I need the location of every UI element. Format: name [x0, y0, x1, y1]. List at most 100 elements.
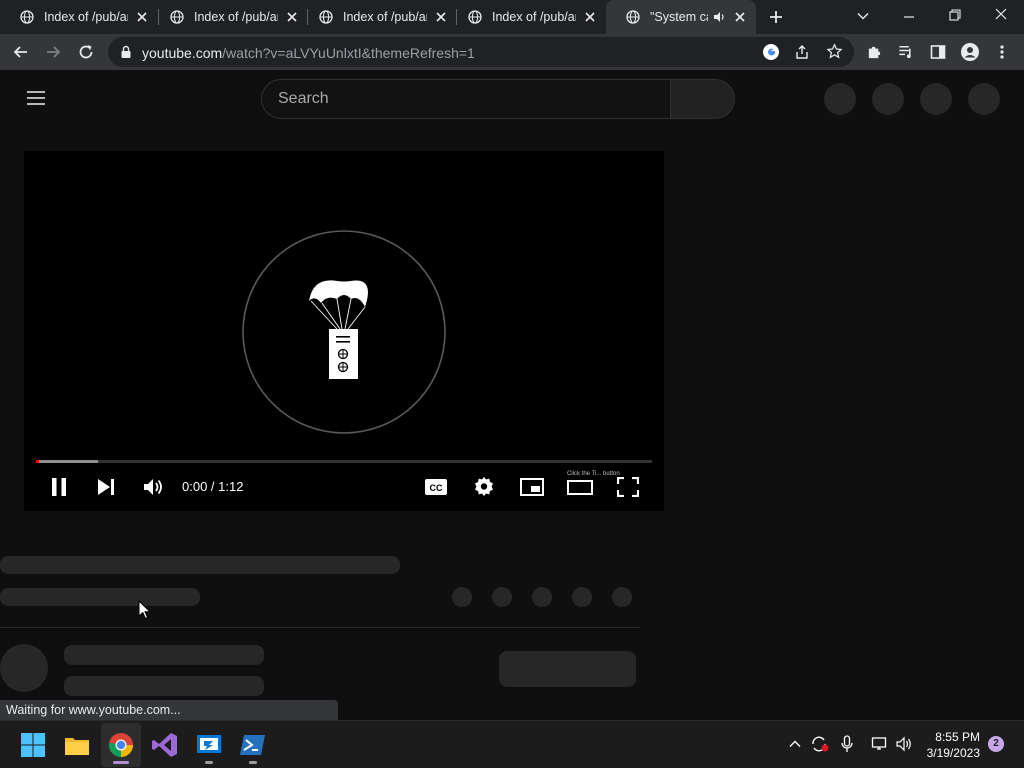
action-skeleton-dot-3 [532, 587, 552, 607]
search-button[interactable] [671, 79, 735, 119]
speaker-icon[interactable] [712, 10, 726, 24]
miniplayer-icon[interactable] [520, 478, 544, 496]
kebab-menu-icon[interactable] [998, 44, 1006, 60]
tab-strip: Index of /pub/android Index of /pub/andr… [0, 0, 1024, 34]
volume-tray-icon[interactable] [895, 735, 913, 753]
action-skeleton-dot-4 [572, 587, 592, 607]
extensions-puzzle-icon[interactable] [866, 43, 883, 60]
header-placeholder-circle-1 [824, 83, 856, 115]
back-arrow-icon[interactable] [12, 43, 30, 61]
browser-tab-2[interactable]: Index of /pub/android [150, 0, 308, 34]
pause-icon[interactable] [50, 477, 68, 497]
remote-desktop-running-indicator [205, 761, 213, 764]
browser-tab-4[interactable]: Index of /pub/android [448, 0, 606, 34]
search-input[interactable] [278, 80, 658, 118]
browser-toolbar: youtube.com/watch?v=aLVYuUnlxtI&themeRef… [0, 34, 1024, 70]
profile-avatar-icon[interactable] [960, 42, 980, 62]
status-bubble: Waiting for www.youtube.com... [0, 700, 338, 720]
channel-name-skeleton [64, 645, 264, 665]
windows-start-icon[interactable] [17, 729, 49, 761]
closed-captions-icon[interactable]: CC [424, 477, 448, 497]
progress-track[interactable] [36, 460, 652, 463]
browser-tab-3[interactable]: Index of /pub/android [299, 0, 457, 34]
theater-mode-icon[interactable] [567, 478, 593, 496]
globe-icon [20, 10, 34, 24]
close-icon[interactable] [582, 9, 598, 25]
video-watermark-text: Click the Ti... button [567, 471, 620, 477]
browser-tab-1[interactable]: Index of /pub/android [0, 0, 158, 34]
google-icon[interactable] [762, 43, 780, 61]
lock-icon[interactable] [120, 45, 132, 59]
divider [0, 627, 640, 628]
file-explorer-icon[interactable] [61, 729, 93, 761]
channel-subs-skeleton [64, 676, 264, 696]
new-tab-plus-icon[interactable] [768, 9, 784, 25]
address-bar[interactable]: youtube.com/watch?v=aLVYuUnlxtI&themeRef… [108, 37, 854, 67]
url-host: youtube.com [142, 45, 223, 61]
tab-title: Index of /pub/android [44, 10, 128, 24]
close-icon[interactable] [732, 9, 748, 25]
restore-icon[interactable] [948, 8, 962, 22]
url-path: /watch?v=aLVYuUnlxtI&themeRefresh=1 [222, 45, 475, 61]
hamburger-menu-icon[interactable] [26, 90, 46, 106]
sync-icon[interactable] [810, 735, 830, 753]
video-frame-parachute-graphic [242, 230, 446, 434]
close-icon[interactable] [134, 9, 150, 25]
youtube-page: 0:00 / 1:12 Click the Ti... button CC [0, 70, 1024, 720]
progress-buffered [36, 460, 98, 463]
url-text: youtube.com/watch?v=aLVYuUnlxtI&themeRef… [142, 45, 475, 61]
header-placeholder-circle-2 [872, 83, 904, 115]
powershell-running-indicator [249, 761, 257, 764]
progress-played [36, 460, 39, 463]
star-bookmark-icon[interactable] [826, 43, 843, 60]
chrome-icon[interactable] [105, 729, 137, 761]
chevron-up-icon[interactable] [788, 737, 802, 751]
subtitle-skeleton [0, 588, 200, 606]
globe-icon [319, 10, 333, 24]
side-panel-icon[interactable] [930, 44, 946, 60]
close-icon[interactable] [284, 9, 300, 25]
media-queue-icon[interactable] [897, 43, 915, 60]
forward-arrow-icon[interactable] [44, 43, 62, 61]
time-display: 0:00 / 1:12 [182, 479, 244, 494]
globe-icon [468, 10, 482, 24]
action-skeleton-dot-5 [612, 587, 632, 607]
tab-title: "System can't boot [650, 10, 708, 24]
tab-title: Index of /pub/android [492, 10, 576, 24]
network-icon[interactable] [871, 736, 889, 752]
notification-badge[interactable]: 2 [988, 736, 1004, 752]
search-box[interactable] [261, 79, 671, 119]
tab-title: Index of /pub/android [194, 10, 278, 24]
channel-avatar-skeleton [0, 644, 48, 692]
globe-icon [170, 10, 184, 24]
title-skeleton [0, 556, 400, 574]
header-placeholder-circle-3 [920, 83, 952, 115]
taskbar: 8:55 PM 3/19/2023 [0, 720, 1024, 768]
window-close-icon[interactable] [994, 7, 1008, 21]
powershell-icon[interactable] [237, 729, 269, 761]
next-video-icon[interactable] [96, 478, 116, 496]
video-player[interactable]: 0:00 / 1:12 Click the Ti... button CC [24, 151, 664, 511]
minimize-icon[interactable] [902, 10, 916, 24]
action-skeleton-dot-1 [452, 587, 472, 607]
browser-tab-active[interactable]: "System can't boot [606, 0, 756, 34]
globe-icon [626, 10, 640, 24]
clock-time: 8:55 PM [935, 730, 980, 744]
reload-icon[interactable] [77, 43, 95, 61]
fullscreen-icon[interactable] [617, 477, 639, 497]
mouse-cursor-icon [138, 600, 151, 620]
volume-icon[interactable] [142, 477, 164, 497]
share-icon[interactable] [794, 44, 810, 60]
settings-gear-icon[interactable] [473, 476, 495, 498]
system-clock[interactable]: 8:55 PM 3/19/2023 [927, 729, 980, 761]
svg-text:CC: CC [430, 483, 443, 493]
subscribe-button-skeleton [499, 651, 636, 687]
clock-date: 3/19/2023 [926, 746, 980, 760]
visual-studio-icon[interactable] [149, 729, 181, 761]
close-icon[interactable] [433, 9, 449, 25]
tab-title: Index of /pub/android [343, 10, 427, 24]
header-placeholder-circle-4 [968, 83, 1000, 115]
remote-desktop-icon[interactable] [193, 729, 225, 761]
chevron-down-icon[interactable] [856, 9, 870, 23]
microphone-icon[interactable] [840, 735, 854, 753]
